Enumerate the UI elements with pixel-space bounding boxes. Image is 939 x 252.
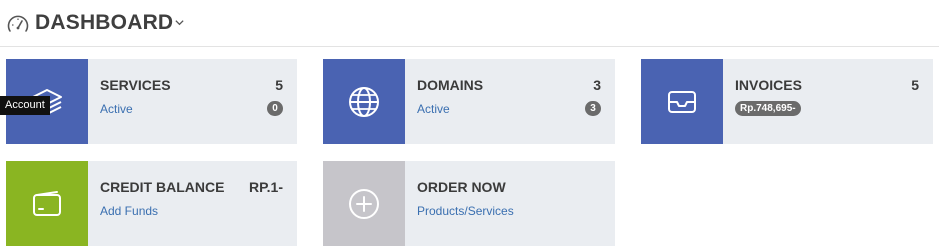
chevron-down-icon[interactable]	[174, 17, 185, 28]
credit-balance-card[interactable]: CREDIT BALANCE RP.1- Add Funds	[6, 161, 297, 246]
add-funds-link[interactable]: Add Funds	[100, 204, 158, 218]
domains-active-link[interactable]: Active	[417, 102, 450, 116]
order-icon-box[interactable]	[323, 161, 405, 246]
domains-label: DOMAINS	[417, 77, 484, 93]
services-label: SERVICES	[100, 77, 171, 93]
order-now-label: ORDER NOW	[417, 179, 506, 195]
services-active-link[interactable]: Active	[100, 102, 133, 116]
invoices-card[interactable]: INVOICES 5 Rp.748,695-	[641, 59, 933, 144]
gauge-icon	[7, 15, 29, 32]
invoices-label: INVOICES	[735, 77, 802, 93]
plus-circle-icon	[349, 188, 379, 219]
credit-icon-box[interactable]	[6, 161, 88, 246]
invoices-icon-box[interactable]	[641, 59, 723, 144]
domains-icon-box[interactable]	[323, 59, 405, 144]
globe-icon	[349, 86, 379, 117]
dashboard-header: DASHBOARD	[0, 0, 939, 47]
services-badge: 0	[267, 101, 283, 116]
invoices-count: 5	[911, 77, 919, 93]
invoices-amount-badge: Rp.748,695-	[735, 101, 801, 116]
account-tooltip: Account	[0, 96, 50, 115]
credit-balance-amount: RP.1-	[249, 179, 283, 195]
order-now-card[interactable]: ORDER NOW Products/Services	[323, 161, 615, 246]
wallet-icon	[33, 190, 61, 216]
domains-badge: 3	[585, 101, 601, 116]
inbox-icon	[668, 90, 696, 113]
credit-balance-label: CREDIT BALANCE	[100, 179, 225, 195]
page-title: DASHBOARD	[35, 11, 174, 34]
domains-card[interactable]: DOMAINS 3 Active 3	[323, 59, 615, 144]
products-services-link[interactable]: Products/Services	[417, 204, 514, 218]
services-count: 5	[275, 77, 283, 93]
domains-count: 3	[593, 77, 601, 93]
